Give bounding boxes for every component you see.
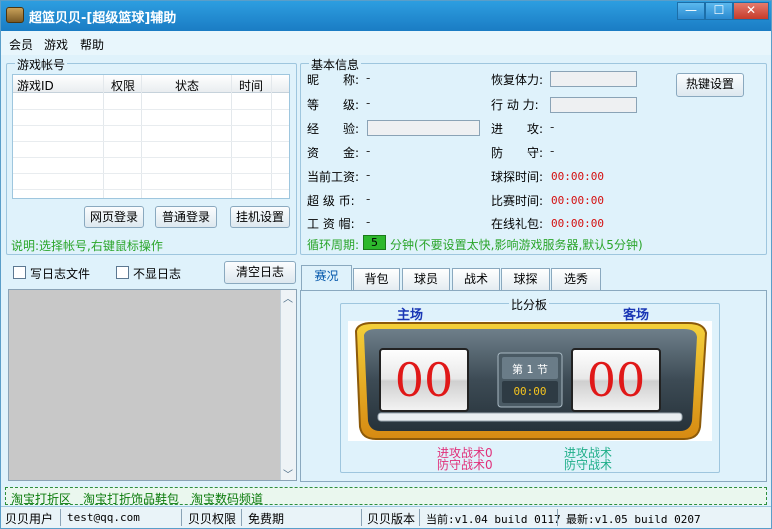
period-label: 第 1 节: [512, 363, 548, 376]
home-score: 00: [394, 353, 454, 407]
away-score: 00: [586, 353, 646, 407]
attack-value: -: [550, 120, 555, 134]
away-defense-tactic: 防守战术: [564, 458, 613, 472]
game-clock: 00:00: [513, 385, 547, 398]
accounts-table-header: 游戏ID 权限 状态 时间: [13, 75, 289, 93]
scout-time-label: 球探时间:: [491, 170, 544, 184]
permission-value: 免费期: [248, 512, 285, 526]
cap-label: 工 资 帽:: [307, 217, 355, 231]
action-label: 行 动 力:: [491, 98, 539, 112]
col-status[interactable]: 状态: [175, 77, 199, 94]
stamina-label: 恢复体力:: [491, 73, 544, 87]
nickname-label: 昵 称:: [307, 73, 360, 87]
link-taobao-digital[interactable]: 淘宝数码频道: [191, 490, 263, 507]
log-area[interactable]: ︿ ﹀: [8, 289, 297, 481]
menu-item-member[interactable]: 会员: [9, 36, 33, 53]
menu-bar: 会员 游戏 帮助: [1, 31, 771, 55]
hide-log-checkbox[interactable]: [116, 266, 129, 279]
promo-links-bar: 淘宝打折区 淘宝打折饰品鞋包 淘宝数码频道: [5, 487, 767, 507]
salary-label: 当前工资:: [307, 170, 360, 184]
web-login-button[interactable]: 网页登录: [84, 206, 144, 228]
window-title: 超篮贝贝-[超级篮球]辅助: [29, 11, 177, 26]
col-game-id[interactable]: 游戏ID: [17, 77, 54, 94]
link-taobao-discount[interactable]: 淘宝打折区: [11, 490, 71, 507]
coins-label: 超 级 币:: [307, 194, 355, 208]
scout-time-value: 00:00:00: [551, 170, 604, 183]
maximize-button[interactable]: ☐: [705, 2, 733, 20]
tab-players[interactable]: 球员: [402, 268, 450, 290]
coins-value: -: [366, 192, 371, 206]
scoreboard-legend: 比分板: [509, 296, 550, 313]
accounts-table[interactable]: 游戏ID 权限 状态 时间: [12, 74, 290, 199]
cycle-label: 循环周期:: [307, 238, 360, 252]
tab-match[interactable]: 赛况: [301, 265, 352, 291]
clear-log-button[interactable]: 清空日志: [224, 261, 296, 284]
scroll-up-icon[interactable]: ︿: [283, 290, 293, 305]
funds-value: -: [366, 144, 371, 158]
gift-label: 在线礼包:: [491, 217, 544, 231]
app-icon: [6, 7, 24, 23]
permission-label: 贝贝权限: [188, 512, 237, 526]
scroll-down-icon[interactable]: ﹀: [283, 466, 293, 481]
version-label: 贝贝版本: [367, 512, 416, 526]
status-bar: 贝贝用户 test@qq.com 贝贝权限 免费期 贝贝版本 当前:v1.04 …: [1, 506, 771, 528]
menu-item-game[interactable]: 游戏: [44, 36, 68, 53]
link-taobao-accessories[interactable]: 淘宝打折饰品鞋包: [83, 490, 179, 507]
level-label: 等 级:: [307, 98, 360, 112]
latest-version: 最新:v1.05 build 0207: [566, 513, 701, 526]
afk-settings-button[interactable]: 挂机设置: [230, 206, 290, 228]
cycle-input[interactable]: 5: [363, 235, 386, 250]
gift-value: 00:00:00: [551, 217, 604, 230]
user-value: test@qq.com: [67, 511, 140, 524]
minimize-button[interactable]: —: [677, 2, 705, 20]
user-label: 贝贝用户: [5, 512, 54, 526]
exp-field: [367, 120, 480, 136]
cycle-note: 分钟(不要设置太快,影响游戏服务器,默认5分钟): [390, 238, 643, 252]
salary-value: -: [366, 168, 371, 182]
cap-value: -: [366, 215, 371, 229]
menu-item-help[interactable]: 帮助: [80, 36, 104, 53]
tab-tactics[interactable]: 战术: [452, 268, 500, 290]
exp-label: 经 验:: [307, 122, 360, 136]
defense-label: 防 守:: [491, 146, 544, 160]
main-window: 超篮贝贝-[超级篮球]辅助 — ☐ ✕ 会员 游戏 帮助 游戏帐号 游戏ID 权…: [0, 0, 772, 529]
tab-scout[interactable]: 球探: [501, 268, 550, 290]
home-defense-tactic: 防守战术0: [437, 458, 493, 472]
tab-backpack[interactable]: 背包: [353, 268, 400, 290]
hide-log-label: 不显日志: [133, 267, 182, 281]
write-log-checkbox[interactable]: [13, 266, 26, 279]
nickname-value: -: [366, 71, 371, 85]
funds-label: 资 金:: [307, 146, 360, 160]
attack-label: 进 攻:: [491, 122, 544, 136]
level-value: -: [366, 96, 371, 110]
title-bar: 超篮贝贝-[超级篮球]辅助 — ☐ ✕: [1, 1, 771, 31]
write-log-label: 写日志文件: [30, 267, 91, 281]
current-version: 当前:v1.04 build 0117: [426, 513, 561, 526]
close-button[interactable]: ✕: [733, 2, 769, 20]
stamina-field: [550, 71, 637, 87]
log-scrollbar[interactable]: ︿ ﹀: [280, 290, 296, 481]
accounts-hint: 说明:选择帐号,右键鼠标操作: [11, 239, 163, 253]
scoreboard: 00 00 第 1 节 00:00: [348, 321, 712, 441]
defense-value: -: [550, 144, 555, 158]
col-time[interactable]: 时间: [239, 77, 263, 94]
col-permission[interactable]: 权限: [111, 77, 135, 94]
match-time-value: 00:00:00: [551, 194, 604, 207]
action-field: [550, 97, 637, 113]
tab-draft[interactable]: 选秀: [551, 268, 601, 290]
match-time-label: 比赛时间:: [491, 194, 544, 208]
accounts-legend: 游戏帐号: [15, 56, 68, 73]
normal-login-button[interactable]: 普通登录: [155, 206, 217, 228]
hotkey-settings-button[interactable]: 热键设置: [676, 73, 744, 97]
